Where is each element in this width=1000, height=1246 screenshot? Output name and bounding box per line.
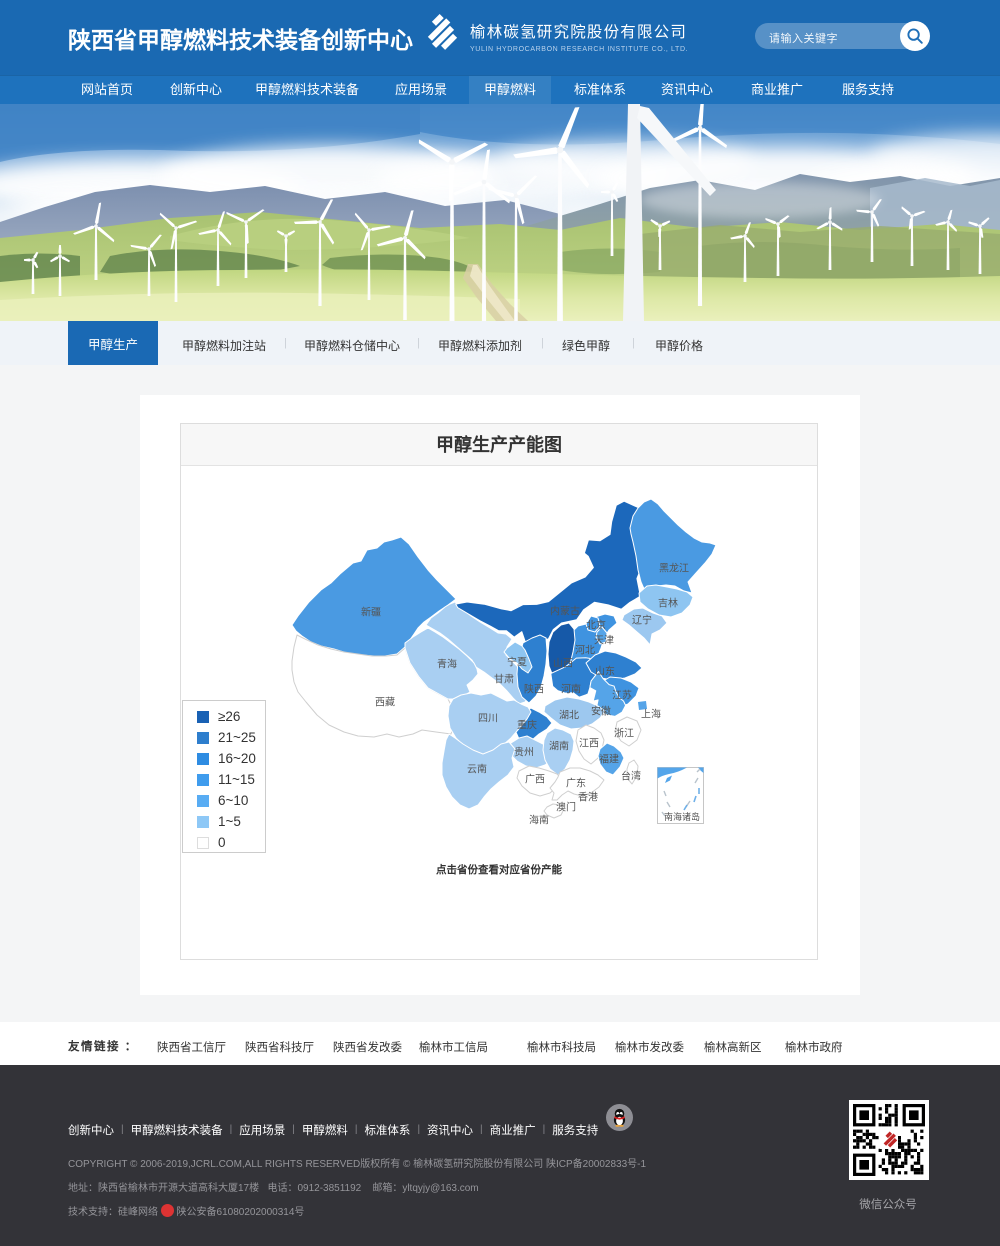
svg-text:北京: 北京 — [586, 619, 606, 632]
svg-text:湖南: 湖南 — [549, 740, 569, 753]
svg-text:山西: 山西 — [553, 658, 573, 670]
svg-text:新疆: 新疆 — [361, 606, 381, 619]
svg-text:安徽: 安徽 — [591, 705, 611, 718]
svg-text:山东: 山东 — [595, 665, 615, 678]
svg-text:湖北: 湖北 — [559, 710, 579, 722]
svg-text:云南: 云南 — [467, 763, 487, 776]
svg-text:陕西: 陕西 — [524, 683, 544, 696]
svg-text:台湾: 台湾 — [621, 770, 641, 783]
svg-text:甘肃: 甘肃 — [494, 673, 514, 686]
svg-text:西藏: 西藏 — [375, 697, 395, 709]
svg-text:上海: 上海 — [641, 708, 661, 721]
svg-text:宁夏: 宁夏 — [507, 656, 527, 669]
svg-text:内蒙古: 内蒙古 — [550, 605, 580, 618]
svg-text:江苏: 江苏 — [612, 689, 632, 702]
svg-text:河北: 河北 — [575, 645, 595, 657]
svg-text:澳门: 澳门 — [556, 801, 576, 814]
svg-text:青海: 青海 — [437, 658, 457, 671]
svg-text:福建: 福建 — [599, 753, 619, 766]
svg-text:南海诸岛: 南海诸岛 — [664, 811, 700, 822]
svg-text:浙江: 浙江 — [614, 728, 634, 740]
svg-text:吉林: 吉林 — [658, 597, 678, 610]
svg-text:河南: 河南 — [561, 683, 581, 696]
svg-text:四川: 四川 — [478, 714, 498, 725]
svg-text:江西: 江西 — [579, 738, 599, 750]
svg-text:天津: 天津 — [594, 635, 614, 647]
svg-text:重庆: 重庆 — [517, 719, 537, 732]
svg-text:香港: 香港 — [578, 792, 598, 804]
svg-text:贵州: 贵州 — [514, 746, 534, 759]
svg-text:广西: 广西 — [525, 774, 545, 786]
svg-text:黑龙江: 黑龙江 — [659, 562, 689, 575]
svg-text:辽宁: 辽宁 — [632, 614, 652, 627]
svg-text:海南: 海南 — [529, 814, 549, 827]
svg-text:广东: 广东 — [566, 777, 586, 790]
